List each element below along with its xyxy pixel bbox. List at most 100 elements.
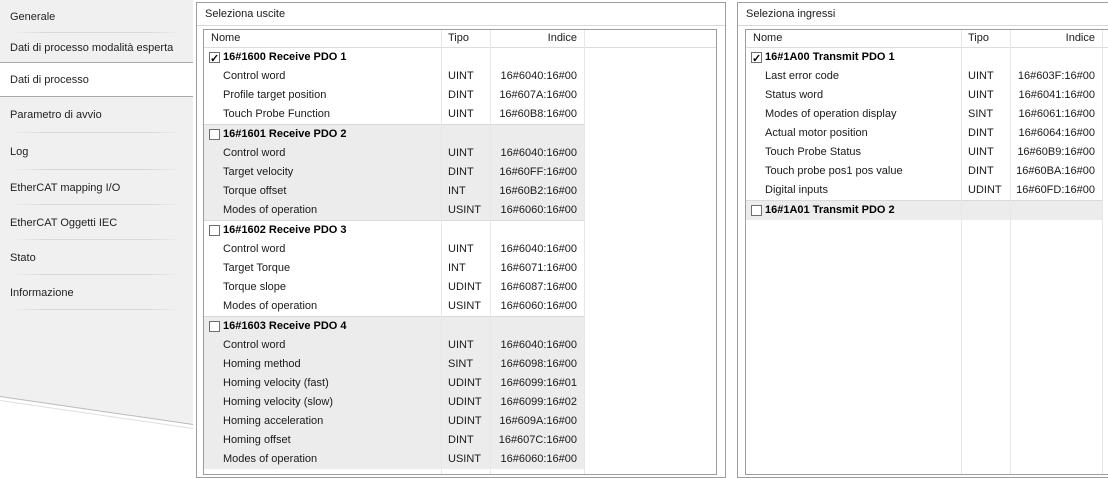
object-type: DINT: [448, 431, 474, 450]
pdo-item-row[interactable]: Modes of operationUSINT16#6060:16#00: [204, 450, 584, 469]
object-type: UDINT: [968, 181, 1002, 200]
object-index: 16#60FD:16#00: [1010, 181, 1095, 200]
object-index: 16#60B2:16#00: [490, 182, 577, 201]
object-type: UINT: [448, 105, 474, 124]
outputs-panel: Seleziona uscite Nome Tipo Indice 16#1600 R…: [196, 2, 726, 478]
pdo-item-row[interactable]: Homing offsetDINT16#607C:16#00: [204, 431, 584, 450]
object-name: Digital inputs: [765, 181, 828, 200]
sidebar-item-label: Stato: [10, 252, 36, 264]
pdo-item-row[interactable]: Torque slopeUDINT16#6087:16#00: [204, 278, 584, 297]
pdo-group-row[interactable]: 16#1601 Receive PDO 2: [204, 125, 584, 144]
checkbox-checked-icon[interactable]: [751, 52, 762, 63]
sidebar-item-dati-di-processo-modalit-esperta[interactable]: Dati di processo modalità esperta: [0, 33, 193, 62]
pdo-group-label: 16#1A01 Transmit PDO 2: [765, 201, 895, 220]
checkbox-unchecked-icon[interactable]: [209, 225, 220, 236]
pdo-item-row[interactable]: Control wordUINT16#6040:16#00: [204, 336, 584, 355]
object-index: 16#6071:16#00: [490, 259, 577, 278]
pdo-item-row[interactable]: Control wordUINT16#6040:16#00: [204, 144, 584, 163]
checkbox-unchecked-icon[interactable]: [209, 321, 220, 332]
pdo-item-row[interactable]: Modes of operation displaySINT16#6061:16…: [746, 105, 1102, 124]
object-type: DINT: [968, 162, 994, 181]
inputs-panel-title: Seleziona ingressi: [738, 3, 1108, 26]
pdo-group-label: 16#1603 Receive PDO 4: [223, 317, 347, 336]
sidebar-item-log[interactable]: Log: [0, 133, 193, 170]
object-name: Control word: [223, 336, 285, 355]
pdo-item-row[interactable]: Control wordUINT16#6040:16#00: [204, 67, 584, 86]
object-type: UINT: [968, 143, 994, 162]
sidebar-item-ethercat-oggetti-iec[interactable]: EtherCAT Oggetti IEC: [0, 205, 193, 240]
object-type: DINT: [448, 163, 474, 182]
column-header-nome[interactable]: Nome: [753, 32, 782, 44]
object-index: 16#60B8:16#00: [490, 105, 577, 124]
object-type: UDINT: [448, 278, 482, 297]
object-index: 16#6040:16#00: [490, 240, 577, 259]
pdo-item-row[interactable]: Homing velocity (slow)UDINT16#6099:16#02: [204, 393, 584, 412]
object-name: Torque offset: [223, 182, 286, 201]
object-type: INT: [448, 259, 466, 278]
outputs-panel-title: Seleziona uscite: [197, 3, 725, 26]
pdo-group-row[interactable]: 16#1A00 Transmit PDO 1: [746, 48, 1102, 67]
pdo-item-row[interactable]: Touch Probe Function UINT 16#60B8:16#00: [204, 105, 584, 124]
object-name: Homing method: [223, 355, 301, 374]
sidebar-item-informazione[interactable]: Informazione: [0, 275, 193, 310]
pdo-item-row[interactable]: Modes of operationUSINT16#6060:16#00: [204, 297, 584, 316]
object-type: UINT: [968, 86, 994, 105]
sidebar-item-dati-di-processo[interactable]: Dati di processo: [0, 62, 196, 97]
column-header-indice[interactable]: Indice: [1010, 32, 1095, 44]
pdo-item-row[interactable]: Actual motor positionDINT16#6064:16#00: [746, 124, 1102, 143]
column-header-tipo[interactable]: Tipo: [448, 32, 469, 44]
pdo-item-row[interactable]: Digital inputs UDINT 16#60FD:16#00: [746, 181, 1102, 200]
object-type: INT: [448, 182, 466, 201]
pdo-item-row[interactable]: Touch probe pos1 pos valueDINT16#60BA:16…: [746, 162, 1102, 181]
pdo-item-row[interactable]: Modes of operationUSINT16#6060:16#00: [204, 201, 584, 220]
checkbox-unchecked-icon[interactable]: [209, 129, 220, 140]
pdo-item-row[interactable]: Target TorqueINT16#6071:16#00: [204, 259, 584, 278]
object-index: 16#6099:16#01: [490, 374, 577, 393]
outputs-table: Nome Tipo Indice 16#1600 Receive PDO 1 Contr…: [203, 29, 717, 475]
pdo-item-row[interactable]: Last error codeUINT16#603F:16#00: [746, 67, 1102, 86]
pdo-item-row[interactable]: Control wordUINT16#6040:16#00: [204, 240, 584, 259]
sidebar-item-divider: [12, 309, 182, 310]
pdo-item-row[interactable]: Homing velocity (fast)UDINT16#6099:16#01: [204, 374, 584, 393]
pdo-item-row[interactable]: Profile target positionDINT16#607A:16#00: [204, 86, 584, 105]
sidebar-item-label: Parametro di avvio: [10, 109, 102, 121]
object-index: 16#6061:16#00: [1010, 105, 1095, 124]
object-type: USINT: [448, 201, 481, 220]
pdo-group-row[interactable]: 16#1600 Receive PDO 1: [204, 48, 584, 67]
object-type: DINT: [968, 124, 994, 143]
object-type: UINT: [448, 240, 474, 259]
pdo-item-row[interactable]: Homing methodSINT16#6098:16#00: [204, 355, 584, 374]
sidebar-item-label: Dati di processo: [10, 74, 89, 86]
object-type: UINT: [448, 67, 474, 86]
object-type: UINT: [448, 336, 474, 355]
object-name: Last error code: [765, 67, 839, 86]
sidebar-item-generale[interactable]: Generale: [0, 0, 193, 33]
object-index: 16#6041:16#00: [1010, 86, 1095, 105]
pdo-group-row[interactable]: 16#1602 Receive PDO 3: [204, 221, 584, 240]
object-type: UDINT: [448, 393, 482, 412]
object-name: Homing velocity (fast): [223, 374, 329, 393]
object-name: Control word: [223, 144, 285, 163]
object-index: 16#6040:16#00: [490, 67, 577, 86]
object-name: Status word: [765, 86, 823, 105]
pdo-item-row[interactable]: Touch Probe StatusUINT16#60B9:16#00: [746, 143, 1102, 162]
checkbox-checked-icon[interactable]: [209, 52, 220, 63]
object-name: Target velocity: [223, 163, 293, 182]
column-gridline: [1102, 30, 1103, 474]
sidebar-item-parametro-di-avvio[interactable]: Parametro di avvio: [0, 97, 193, 133]
checkbox-unchecked-icon[interactable]: [751, 205, 762, 216]
pdo-group-row[interactable]: 16#1A01 Transmit PDO 2: [746, 201, 1102, 220]
column-header-tipo[interactable]: Tipo: [968, 32, 989, 44]
pdo-item-row[interactable]: Torque offset INT 16#60B2:16#00: [204, 182, 584, 201]
column-header-indice[interactable]: Indice: [490, 32, 577, 44]
object-index: 16#6087:16#00: [490, 278, 577, 297]
pdo-item-row[interactable]: Status word UINT 16#6041:16#00: [746, 86, 1102, 105]
object-name: Modes of operation: [223, 201, 317, 220]
object-name: Touch Probe Function: [223, 105, 330, 124]
sidebar-item-stato[interactable]: Stato: [0, 240, 193, 275]
pdo-group-row[interactable]: 16#1603 Receive PDO 4: [204, 317, 584, 336]
column-header-nome[interactable]: Nome: [211, 32, 240, 44]
pdo-item-row[interactable]: Target velocityDINT16#60FF:16#00: [204, 163, 584, 182]
sidebar-item-ethercat-mapping-i-o[interactable]: EtherCAT mapping I/O: [0, 170, 193, 205]
pdo-item-row[interactable]: Homing accelerationUDINT16#609A:16#00: [204, 412, 584, 431]
